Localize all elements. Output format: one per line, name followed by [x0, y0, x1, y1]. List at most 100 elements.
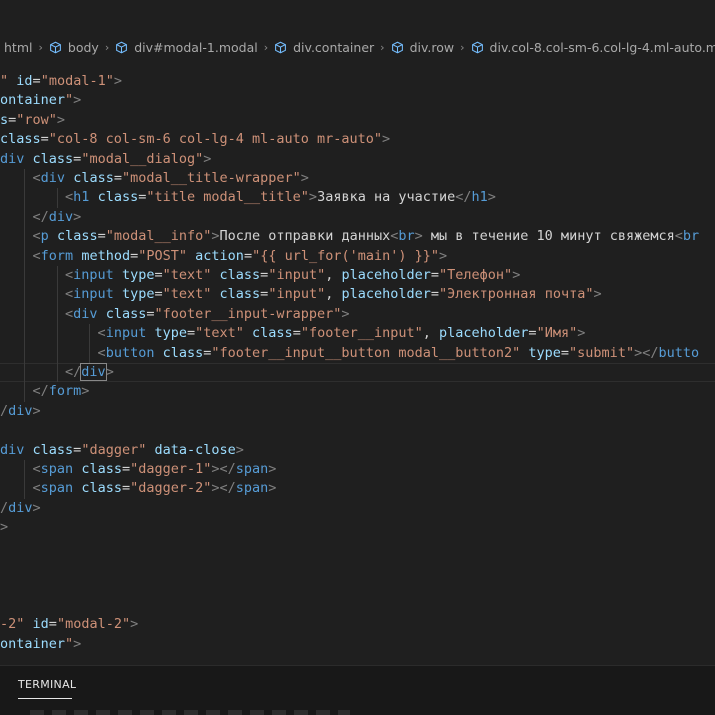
code-line: </form> [0, 382, 715, 401]
code-line: <button class = "footer__input__button mod… [0, 344, 715, 363]
code-token: type [528, 344, 561, 361]
code-token: placeholder [341, 267, 431, 283]
code-token: ></ [634, 344, 659, 361]
code-token: div [0, 441, 25, 458]
code-line: <p class="modal__info">После отправки да… [0, 227, 715, 246]
breadcrumb-item[interactable]: body [49, 40, 99, 55]
code-token: "Электронная почта" [439, 286, 594, 303]
code-line: </div> [0, 363, 715, 383]
code-token: > [439, 247, 448, 264]
breadcrumb-item[interactable]: div.container [274, 40, 374, 55]
code-token: = [186, 325, 196, 342]
code-token: class [56, 228, 98, 245]
code-line: /div> [0, 402, 715, 421]
code-token: / [0, 402, 9, 419]
code-token: form [40, 247, 74, 264]
chevron-right-icon: › [104, 40, 110, 54]
code-token: "modal__dialog" [81, 150, 204, 167]
code-token: "dagger" [81, 441, 147, 458]
code-token: form [48, 383, 82, 400]
code-line: </div> [0, 208, 715, 227]
code-token: "col-8 col-sm-6 col-lg-4 ml-auto mr-auto… [48, 131, 383, 148]
code-token: < [32, 461, 41, 477]
code-token: < [65, 286, 74, 303]
code-token: < [32, 480, 41, 497]
code-token: "title modal__title" [146, 189, 309, 206]
code-token: </ [32, 208, 49, 225]
code-token: class [105, 305, 147, 322]
breadcrumb-item[interactable]: html [4, 40, 32, 55]
symbol-cube-icon [275, 41, 287, 53]
code-token: = [430, 286, 440, 303]
code-token: / [0, 499, 9, 516]
code-token: class [73, 170, 114, 186]
code-token: > [0, 519, 9, 536]
code-line: class="col-8 col-sm-6 col-lg-4 ml-auto m… [0, 130, 715, 149]
code-line: div class="dagger" data-close> [0, 441, 715, 460]
code-token: = [292, 325, 301, 342]
breadcrumb-item[interactable]: div.col-8.col-sm-6.col-lg-4.ml-auto.mr-a… [471, 40, 715, 55]
code-line: <input type="text" class="input", placeh… [0, 285, 715, 304]
code-token: data-close [154, 441, 236, 458]
breadcrumb-item[interactable]: div#modal-1.modal [115, 40, 258, 55]
code-token: div [48, 208, 74, 225]
code-token: "text" [162, 286, 212, 303]
code-token: button [105, 344, 155, 361]
code-token: p [40, 228, 49, 245]
code-line: <input type="text" class="input", placeh… [0, 266, 715, 285]
code-token: , [325, 286, 342, 303]
code-token: < [32, 170, 41, 186]
code-token: "modal__title-wrapper" [121, 170, 301, 186]
code-token: < [674, 228, 683, 245]
breadcrumb-label: body [67, 39, 99, 55]
code-token: s [0, 111, 9, 128]
breadcrumb-label: div.col-8.col-sm-6.col-lg-4.ml-auto.mr-a… [489, 39, 715, 55]
code-token: </ [455, 189, 472, 206]
code-token: span [235, 461, 269, 477]
code-token: > [268, 461, 277, 477]
code-line: > [0, 518, 715, 537]
code-token: butto [658, 344, 700, 361]
code-token: "modal-1" [40, 73, 114, 89]
code-token: > [382, 131, 391, 148]
chevron-right-icon: › [263, 40, 269, 54]
code-line: /div> [0, 499, 715, 518]
code-token: " [0, 73, 9, 89]
code-token: > [300, 170, 309, 186]
code-token: = [113, 170, 122, 186]
indent-guide [89, 324, 91, 363]
code-token: = [560, 344, 570, 361]
editor-tab-bar [0, 0, 715, 37]
code-token: "Имя" [536, 325, 578, 342]
code-token: После отправки данных [219, 228, 391, 245]
code-token: </ [32, 383, 49, 400]
breadcrumb-item[interactable]: div.row [391, 40, 454, 55]
tab-terminal[interactable]: TERMINAL [18, 678, 76, 691]
code-token: = [154, 267, 163, 283]
code-line: s="row"> [0, 111, 715, 130]
code-token: action [195, 247, 244, 264]
code-token: class [81, 480, 122, 497]
code-line: <div class="modal__title-wrapper"> [0, 169, 715, 188]
code-editor[interactable]: " id="modal-1"> ontainer"> s="row"> class="… [0, 70, 715, 665]
code-token: = [32, 73, 41, 89]
indent-guide [24, 460, 25, 499]
code-token: > [341, 305, 350, 322]
